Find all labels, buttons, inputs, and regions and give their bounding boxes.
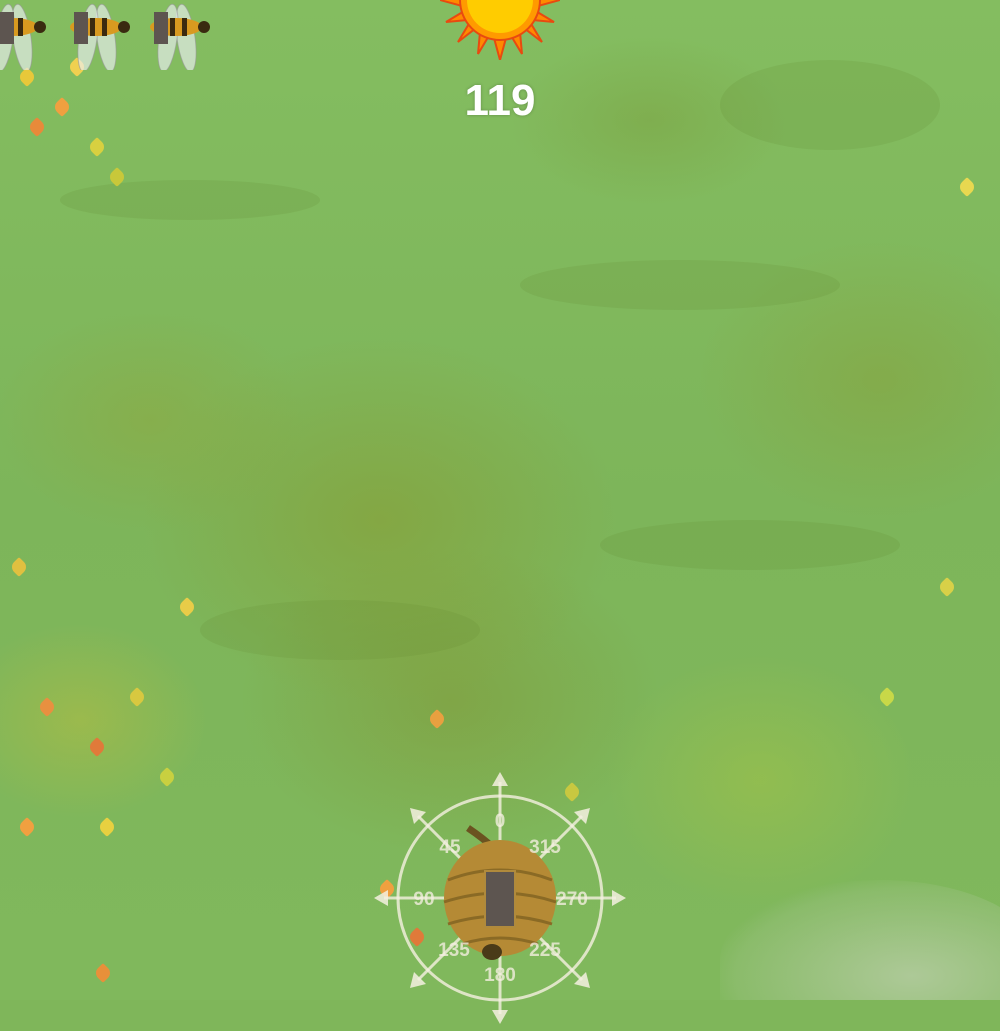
grass-texture bbox=[600, 520, 900, 570]
bee-life-icon bbox=[138, 0, 214, 73]
compass-label-45: 45 bbox=[439, 837, 461, 858]
fallen-leaf bbox=[27, 117, 47, 137]
compass-label-90: 90 bbox=[413, 889, 435, 910]
fallen-leaf bbox=[87, 137, 107, 157]
compass-label-225: 225 bbox=[529, 940, 561, 961]
fallen-leaf bbox=[17, 67, 37, 87]
countdown-timer: 119 bbox=[464, 76, 536, 125]
fallen-leaf bbox=[127, 687, 147, 707]
fallen-leaf bbox=[157, 767, 177, 787]
fallen-leaf bbox=[97, 817, 117, 837]
grass-texture bbox=[720, 60, 940, 150]
fallen-leaf bbox=[17, 817, 37, 837]
hive-entrance-marker bbox=[484, 870, 516, 928]
fallen-leaf bbox=[52, 97, 72, 117]
compass-label-180: 180 bbox=[484, 965, 516, 986]
bee-life-icon bbox=[58, 0, 134, 73]
stone-patch bbox=[720, 880, 1000, 1000]
grass-texture bbox=[60, 180, 320, 220]
fallen-leaf bbox=[93, 963, 113, 983]
fallen-leaf bbox=[177, 597, 197, 617]
fallen-leaf bbox=[427, 709, 447, 729]
fallen-leaf bbox=[87, 737, 107, 757]
sun-icon bbox=[436, 0, 564, 64]
compass-label-270: 270 bbox=[556, 889, 588, 910]
fallen-leaf bbox=[877, 687, 897, 707]
grass-texture bbox=[200, 600, 480, 660]
fallen-leaf bbox=[37, 697, 57, 717]
bee-life-icon bbox=[0, 0, 50, 73]
compass-label-0: 0 bbox=[494, 811, 506, 832]
fallen-leaf bbox=[9, 557, 29, 577]
grass-texture bbox=[520, 260, 840, 310]
fallen-leaf bbox=[937, 577, 957, 597]
compass-label-135: 135 bbox=[438, 940, 470, 961]
compass-label-315: 315 bbox=[529, 837, 561, 858]
fallen-leaf bbox=[957, 177, 977, 197]
